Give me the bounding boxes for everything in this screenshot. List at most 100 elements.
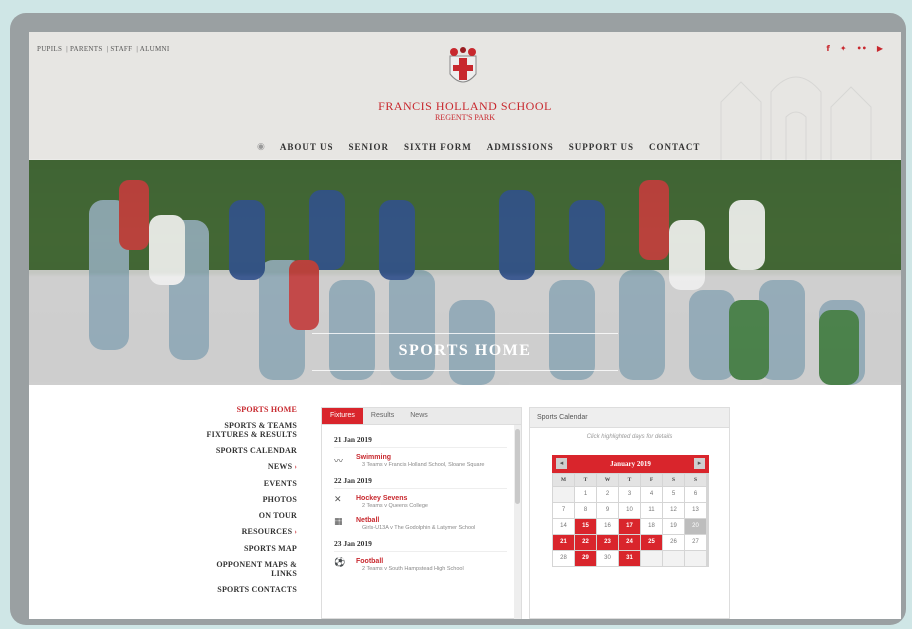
calendar-day: 7 xyxy=(553,503,574,518)
fixture-item[interactable]: ▦ Netball Girls-U13A v The Godolphin & L… xyxy=(334,517,507,533)
fixture-desc: 2 Teams v Queens College xyxy=(362,503,428,509)
netball-icon: ▦ xyxy=(334,517,343,527)
calendar-day: 11 xyxy=(641,503,662,518)
fixture-name[interactable]: Hockey Sevens xyxy=(356,495,428,502)
twitter-icon[interactable]: ✦ xyxy=(840,44,847,53)
top-link-staff[interactable]: STAFF xyxy=(110,45,132,53)
sports-sidebar: SPORTS HOME SPORTS & TEAMS FIXTURES & RE… xyxy=(202,405,297,601)
calendar-grid: M T W T F S S 1 2 3 4 5 6 7 8 9 10 11 12 13 14 15 16 17 18 19 20 21… xyxy=(552,473,709,567)
main-nav: ◉ ABOUT US SENIOR SIXTH FORM ADMISSIONS … xyxy=(257,142,700,152)
site-header: PUPILS | PARENTS | STAFF | ALUMNI f ✦ ••… xyxy=(29,32,901,160)
nav-contact[interactable]: CONTACT xyxy=(649,142,700,152)
calendar-day: 6 xyxy=(685,487,706,502)
calendar-day: 12 xyxy=(663,503,684,518)
calendar-day: 16 xyxy=(597,519,618,534)
fixture-name[interactable]: Football xyxy=(356,558,464,565)
nav-admissions[interactable]: ADMISSIONS xyxy=(487,142,554,152)
tab-fixtures[interactable]: Fixtures xyxy=(322,408,363,424)
scrollbar-thumb[interactable] xyxy=(515,429,520,504)
calendar-day[interactable]: 17 xyxy=(619,519,640,534)
calendar-day: 5 xyxy=(663,487,684,502)
calendar-day[interactable]: 24 xyxy=(619,535,640,550)
calendar-day: 26 xyxy=(663,535,684,550)
fixture-desc: Girls-U13A v The Godolphin & Latymer Sch… xyxy=(362,525,476,531)
nav-senior[interactable]: SENIOR xyxy=(348,142,389,152)
nav-support-us[interactable]: SUPPORT US xyxy=(569,142,634,152)
prev-month-icon[interactable]: ◂ xyxy=(556,458,567,469)
sidebar-item-sports-calendar[interactable]: SPORTS CALENDAR xyxy=(202,446,297,455)
calendar-day[interactable]: 23 xyxy=(597,535,618,550)
calendar-day: 28 xyxy=(553,551,574,566)
calendar-day[interactable]: 29 xyxy=(575,551,596,566)
calendar-dow: W xyxy=(597,474,618,486)
calendar-empty-cell xyxy=(663,551,684,566)
calendar-day[interactable]: 25 xyxy=(641,535,662,550)
fixture-date: 21 Jan 2019 xyxy=(334,435,507,448)
calendar-day: 3 xyxy=(619,487,640,502)
fixtures-list: 21 Jan 2019 〰 Swimming 3 Teams v Francis… xyxy=(322,425,521,619)
calendar-day[interactable]: 22 xyxy=(575,535,596,550)
youtube-icon[interactable]: ▶ xyxy=(877,44,883,53)
calendar-heading: Sports Calendar xyxy=(530,408,729,428)
flickr-icon[interactable]: •• xyxy=(857,44,867,53)
tab-news[interactable]: News xyxy=(402,408,436,424)
calendar-day[interactable]: 31 xyxy=(619,551,640,566)
calendar-day[interactable]: 15 xyxy=(575,519,596,534)
sidebar-item-resources[interactable]: RESOURCES › xyxy=(202,527,297,537)
sidebar-item-on-tour[interactable]: ON TOUR xyxy=(202,511,297,520)
fixtures-tabs: Fixtures Results News xyxy=(322,408,521,425)
calendar-dow: F xyxy=(641,474,662,486)
next-month-icon[interactable]: ▸ xyxy=(694,458,705,469)
fixture-item[interactable]: 〰 Swimming 3 Teams v Francis Holland Sch… xyxy=(334,454,507,470)
sidebar-item-sports-contacts[interactable]: SPORTS CONTACTS xyxy=(202,585,297,594)
calendar-widget: ◂ January 2019 ▸ M T W T F S S 1 2 3 4 5 6 7 8 9 10 11 12 1… xyxy=(552,455,709,567)
sidebar-item-news-label: NEWS xyxy=(267,462,293,471)
calendar-empty-cell xyxy=(685,551,706,566)
nav-sixth-form[interactable]: SIXTH FORM xyxy=(404,142,472,152)
sidebar-item-news[interactable]: NEWS › xyxy=(202,462,297,472)
school-crest-icon[interactable] xyxy=(444,46,482,94)
facebook-icon[interactable]: f xyxy=(826,44,829,53)
home-icon[interactable]: ◉ xyxy=(257,142,265,152)
calendar-dow: S xyxy=(685,474,706,486)
sidebar-item-photos[interactable]: PHOTOS xyxy=(202,495,297,504)
sidebar-item-resources-label: RESOURCES xyxy=(241,527,293,536)
school-location: REGENT'S PARK xyxy=(434,113,496,122)
top-link-pupils[interactable]: PUPILS xyxy=(37,45,62,53)
school-name[interactable]: FRANCIS HOLLAND SCHOOL xyxy=(29,99,901,114)
fixture-date: 23 Jan 2019 xyxy=(334,539,507,552)
sidebar-item-sports-home[interactable]: SPORTS HOME xyxy=(202,405,297,414)
calendar-dow: T xyxy=(575,474,596,486)
top-link-parents[interactable]: PARENTS xyxy=(70,45,103,53)
browser-screen: PUPILS | PARENTS | STAFF | ALUMNI f ✦ ••… xyxy=(29,32,901,619)
fixture-desc: 2 Teams v South Hampstead High School xyxy=(362,566,464,572)
fixtures-panel: Fixtures Results News 21 Jan 2019 〰 Swim… xyxy=(321,407,522,619)
hero-rule-top xyxy=(312,333,618,334)
fixtures-scrollbar[interactable] xyxy=(514,425,521,619)
sidebar-item-sports-map[interactable]: SPORTS MAP xyxy=(202,544,297,553)
hero-rule-bottom xyxy=(312,370,618,371)
sidebar-item-fixtures-results[interactable]: SPORTS & TEAMS FIXTURES & RESULTS xyxy=(202,421,297,439)
fixture-item[interactable]: ⚽ Football 2 Teams v South Hampstead Hig… xyxy=(334,558,507,574)
calendar-day: 20 xyxy=(685,519,706,534)
chevron-right-icon: › xyxy=(294,463,297,471)
football-icon: ⚽ xyxy=(334,558,346,568)
hockey-icon: ✕ xyxy=(334,495,342,505)
calendar-hint: Click highlighted days for details xyxy=(586,434,673,440)
sidebar-item-events[interactable]: EVENTS xyxy=(202,479,297,488)
calendar-day: 2 xyxy=(597,487,618,502)
calendar-day[interactable]: 21 xyxy=(553,535,574,550)
nav-about-us[interactable]: ABOUT US xyxy=(280,142,334,152)
top-link-alumni[interactable]: ALUMNI xyxy=(140,45,170,53)
calendar-dow: M xyxy=(553,474,574,486)
calendar-dow: S xyxy=(663,474,684,486)
fixture-name[interactable]: Netball xyxy=(356,517,475,524)
chevron-right-icon: › xyxy=(294,528,297,536)
social-links: f ✦ •• ▶ xyxy=(826,44,883,53)
fixture-date: 22 Jan 2019 xyxy=(334,476,507,489)
content-area: SPORTS HOME SPORTS & TEAMS FIXTURES & RE… xyxy=(29,385,901,619)
fixture-name[interactable]: Swimming xyxy=(356,454,485,461)
fixture-item[interactable]: ✕ Hockey Sevens 2 Teams v Queens College xyxy=(334,495,507,511)
tab-results[interactable]: Results xyxy=(363,408,402,424)
sidebar-item-opponent-maps[interactable]: OPPONENT MAPS & LINKS xyxy=(202,560,297,578)
